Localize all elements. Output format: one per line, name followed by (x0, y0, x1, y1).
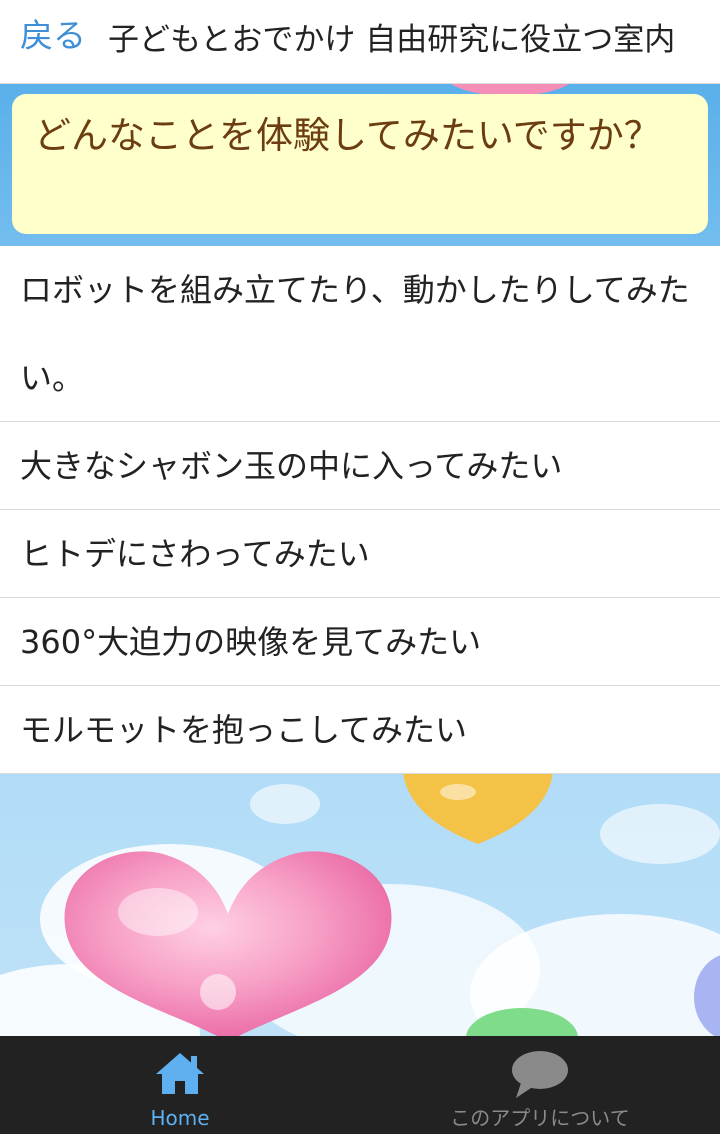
back-button[interactable]: 戻る (20, 16, 86, 56)
question-text: どんなことを体験してみたいですか？ (34, 114, 661, 157)
nav-item-about[interactable]: このアプリについて (360, 1036, 720, 1134)
answer-option-robot[interactable]: ロボットを組み立てたり、動かしたりしてみたい。 (0, 246, 720, 422)
bottom-nav: Home このアプリについて (0, 1036, 720, 1134)
chat-bubble-icon (512, 1051, 568, 1098)
answer-option-soap-bubble[interactable]: 大きなシャボン玉の中に入ってみたい (0, 422, 720, 510)
app-header: 戻る 子どもとおでかけ 自由研究に役立つ室内 (0, 0, 720, 84)
nav-item-home[interactable]: Home (0, 1036, 360, 1134)
answer-option-guinea-pig[interactable]: モルモットを抱っこしてみたい (0, 686, 720, 774)
answer-list: ロボットを組み立てたり、動かしたりしてみたい。 大きなシャボン玉の中に入ってみた… (0, 246, 720, 774)
purple-balloon (694, 955, 720, 1036)
page-title: 子どもとおでかけ 自由研究に役立つ室内 (108, 22, 676, 58)
yellow-balloon (403, 772, 553, 844)
question-panel: どんなことを体験してみたいですか？ (12, 94, 708, 234)
answer-option-starfish[interactable]: ヒトデにさわってみたい (0, 510, 720, 598)
home-icon (156, 1053, 204, 1094)
pink-heart-balloon (64, 851, 392, 1036)
nav-label-about: このアプリについて (450, 1106, 630, 1130)
green-balloon (466, 1008, 578, 1036)
nav-label-home: Home (150, 1106, 210, 1130)
answer-option-360-video[interactable]: 360°大迫力の映像を見てみたい (0, 598, 720, 686)
